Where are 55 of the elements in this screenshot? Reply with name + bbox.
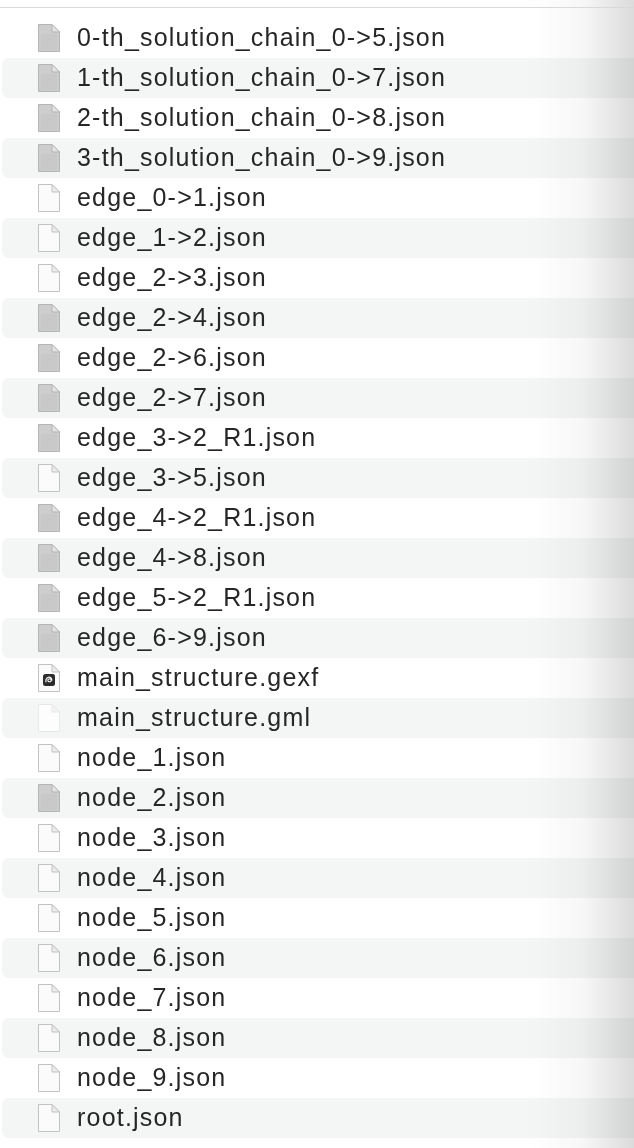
filled-document-icon [37,623,61,653]
document-icon [37,863,61,893]
filled-document-icon [37,783,61,813]
file-row[interactable]: 0-th_solution_chain_0->5.json [2,18,634,58]
file-row[interactable]: edge_3->2_R1.json [2,418,634,458]
file-row[interactable]: node_1.json [2,738,634,778]
file-row[interactable]: node_9.json [2,1058,634,1098]
file-row[interactable]: node_8.json [2,1018,634,1058]
document-icon [37,1023,61,1053]
filled-document-icon [37,543,61,573]
document-icon [37,223,61,253]
file-row[interactable]: node_4.json [2,858,634,898]
filled-document-icon [37,383,61,413]
file-row[interactable]: edge_4->8.json [2,538,634,578]
file-row[interactable]: main_structure.gml [2,698,634,738]
file-row[interactable]: edge_4->2_R1.json [2,498,634,538]
document-icon [37,823,61,853]
file-row[interactable]: 1-th_solution_chain_0->7.json [2,58,634,98]
file-row[interactable]: edge_1->2.json [2,218,634,258]
file-row[interactable]: edge_3->5.json [2,458,634,498]
file-row[interactable]: 2-th_solution_chain_0->8.json [2,98,634,138]
file-row[interactable]: node_7.json [2,978,634,1018]
file-row[interactable]: node_3.json [2,818,634,858]
document-icon [37,983,61,1013]
document-icon [37,1103,61,1133]
file-row[interactable]: node_2.json [2,778,634,818]
filled-document-icon [37,103,61,133]
file-row[interactable]: edge_5->2_R1.json [2,578,634,618]
filled-document-icon [37,63,61,93]
file-row[interactable]: 3-th_solution_chain_0->9.json [2,138,634,178]
document-icon [37,263,61,293]
file-row[interactable]: edge_2->3.json [2,258,634,298]
filled-document-icon [37,503,61,533]
document-logo-icon [37,663,61,693]
document-icon [37,903,61,933]
filled-document-icon [37,23,61,53]
filled-document-icon [37,583,61,613]
filled-document-icon [37,303,61,333]
file-row[interactable]: edge_6->9.json [2,618,634,658]
file-row[interactable]: edge_2->6.json [2,338,634,378]
file-row[interactable]: root.json [2,1098,634,1138]
file-row[interactable]: edge_0->1.json [2,178,634,218]
file-row[interactable]: node_5.json [2,898,634,938]
filled-document-icon [37,343,61,373]
file-row[interactable]: node_6.json [2,938,634,978]
filled-document-icon [37,143,61,173]
document-icon [37,183,61,213]
file-row[interactable]: edge_2->4.json [2,298,634,338]
document-icon [37,1063,61,1093]
file-row[interactable]: edge_2->7.json [2,378,634,418]
document-icon [37,943,61,973]
filled-document-icon [37,423,61,453]
document-icon [37,743,61,773]
file-row[interactable]: main_structure.gexf [2,658,634,698]
document-icon [37,463,61,493]
